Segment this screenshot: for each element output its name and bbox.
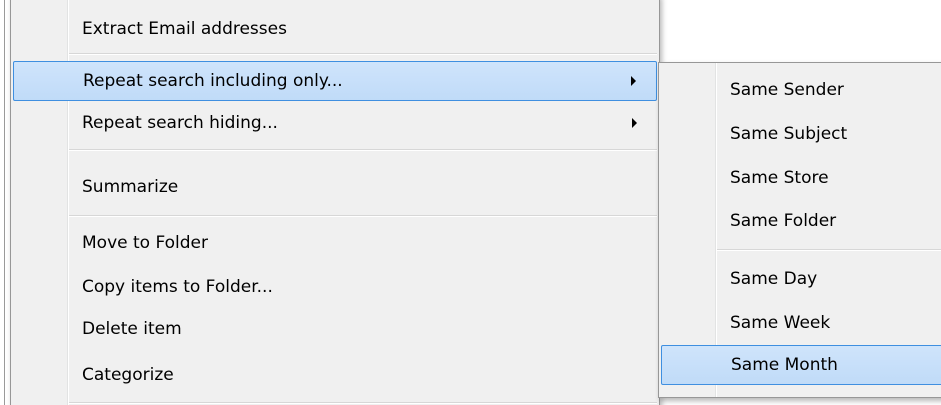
- submenu-arrow-icon: [631, 76, 636, 86]
- menu-separator: [69, 402, 657, 404]
- submenu-repeat-search-including-only: Same Sender Same Subject Same Store Same…: [658, 62, 941, 398]
- menu-separator: [69, 215, 657, 217]
- menu-item-label: Repeat search hiding...: [82, 113, 278, 133]
- menu-item-extract-email-addresses[interactable]: Extract Email addresses: [13, 9, 657, 49]
- menu-item-label: Repeat search including only...: [83, 71, 343, 91]
- menu-item-move-to-folder[interactable]: Move to Folder: [13, 223, 657, 263]
- menu-item-categorize[interactable]: Categorize: [13, 355, 657, 395]
- menu-item-label: Same Subject: [730, 124, 848, 144]
- menu-item-label: Same Day: [730, 269, 818, 289]
- menu-item-repeat-search-hiding[interactable]: Repeat search hiding...: [13, 103, 657, 143]
- menu-item-label: Move to Folder: [82, 233, 208, 253]
- menu-item-label: Copy items to Folder...: [82, 277, 273, 297]
- menu-item-label: Same Week: [730, 313, 831, 333]
- screen: Extract Email addresses Repeat search in…: [0, 0, 941, 405]
- submenu-item-same-store[interactable]: Same Store: [661, 158, 941, 198]
- menu-item-summarize[interactable]: Summarize: [13, 167, 657, 207]
- submenu-item-same-day[interactable]: Same Day: [661, 259, 941, 299]
- menu-item-copy-items-to-folder[interactable]: Copy items to Folder...: [13, 267, 657, 307]
- menu-item-repeat-search-including-only[interactable]: Repeat search including only...: [13, 61, 657, 101]
- submenu-item-same-sender[interactable]: Same Sender: [661, 70, 941, 110]
- menu-item-delete-item[interactable]: Delete item: [13, 309, 657, 349]
- submenu-arrow-icon: [632, 118, 637, 128]
- submenu-item-same-month[interactable]: Same Month: [661, 345, 941, 385]
- submenu-item-same-subject[interactable]: Same Subject: [661, 114, 941, 154]
- menu-item-label: Same Month: [731, 355, 838, 375]
- menu-item-label: Same Store: [730, 168, 829, 188]
- menu-item-label: Categorize: [82, 365, 174, 385]
- menu-separator: [69, 53, 657, 55]
- menu-separator: [69, 149, 657, 151]
- context-menu: Extract Email addresses Repeat search in…: [10, 0, 660, 405]
- submenu-item-same-folder[interactable]: Same Folder: [661, 201, 941, 241]
- menu-item-label: Same Folder: [730, 211, 837, 231]
- submenu-item-same-week[interactable]: Same Week: [661, 303, 941, 343]
- menu-item-label: Same Sender: [730, 80, 844, 100]
- menu-item-label: Delete item: [82, 319, 182, 339]
- window-edge: [4, 0, 5, 405]
- menu-item-label: Extract Email addresses: [82, 19, 287, 39]
- menu-item-label: Summarize: [82, 177, 179, 197]
- menu-separator: [717, 249, 941, 251]
